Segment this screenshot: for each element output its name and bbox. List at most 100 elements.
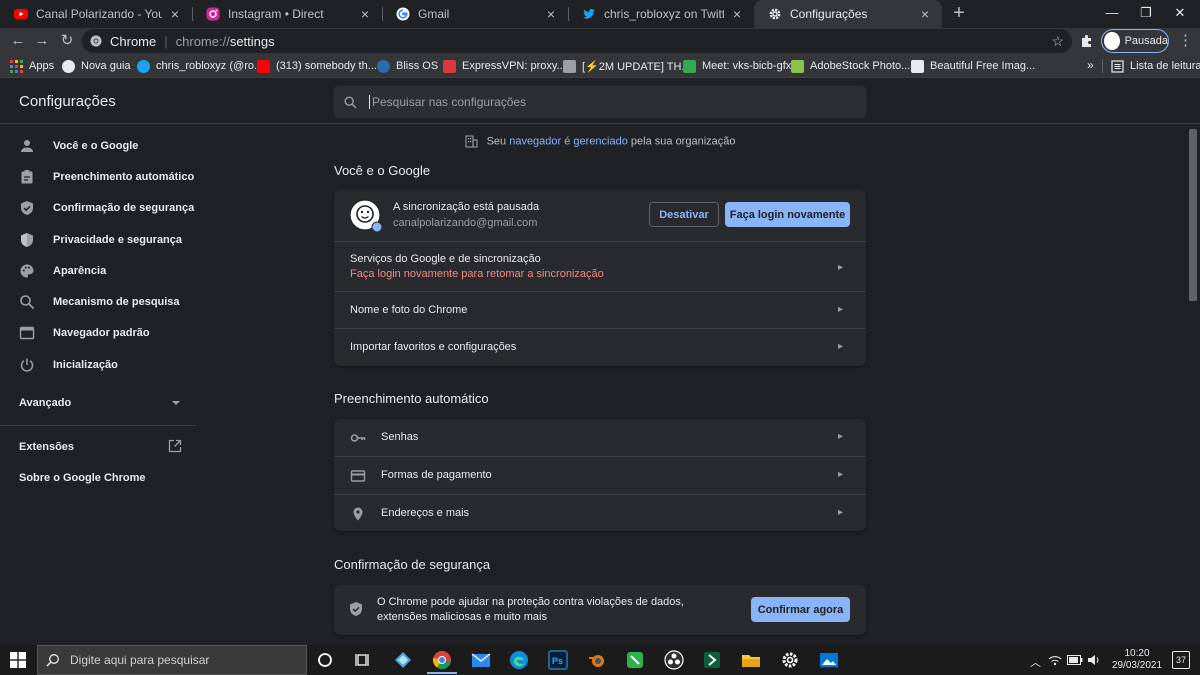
photos-icon[interactable] [818, 649, 840, 671]
taskbar-search-input[interactable] [70, 653, 290, 667]
sidebar-item-you-and-google[interactable]: Você e o Google [0, 131, 196, 161]
bookmark-label: Beautiful Free Imag... [930, 60, 1036, 72]
meet-icon [683, 59, 696, 73]
close-icon[interactable]: × [544, 7, 558, 21]
network-icon[interactable] [1048, 653, 1062, 667]
row-label: Serviços do Google e de sincronização [350, 253, 541, 265]
divider [0, 425, 196, 426]
search-input[interactable] [369, 95, 839, 109]
cortana-icon[interactable] [314, 649, 336, 671]
sidebar-item-autofill[interactable]: Preenchimento automático [0, 162, 196, 192]
battery-icon[interactable] [1067, 655, 1083, 665]
open-in-new-icon[interactable] [168, 439, 182, 453]
obs-icon[interactable] [663, 649, 685, 671]
chrome-icon [90, 35, 102, 47]
close-icon[interactable]: × [730, 7, 744, 21]
bookmark-label: [⚡2M UPDATE] TH... [582, 60, 691, 73]
sidebar-item-default-browser[interactable]: Navegador padrão [0, 318, 196, 348]
bookmark-label: Meet: vks-bicb-gfx [702, 60, 792, 72]
bookmark-meet[interactable]: Meet: vks-bicb-gfx [683, 58, 791, 74]
more-menu-icon[interactable]: ⋮ [1178, 31, 1193, 51]
import-bookmarks-row[interactable]: Importar favoritos e configurações ▸ [334, 328, 866, 366]
payment-methods-row[interactable]: Formas de pagamento ▸ [334, 456, 866, 494]
puzzle-icon[interactable] [1078, 32, 1096, 50]
sidebar-item-startup[interactable]: Inicialização [0, 350, 196, 380]
sidebar-item-safety-check[interactable]: Confirmação de segurança [0, 193, 196, 223]
task-view-icon[interactable] [352, 649, 374, 671]
profile-button[interactable]: Pausada [1101, 29, 1169, 53]
chrome-icon[interactable] [431, 649, 453, 671]
tab-twitter[interactable]: chris_robloxyz on Twitter: "@Tea × [568, 0, 754, 28]
bookmarks-overflow-button[interactable]: » [1087, 58, 1094, 72]
new-tab-button[interactable]: + [948, 3, 970, 25]
close-icon[interactable]: × [918, 7, 932, 21]
sidebar-about-chrome[interactable]: Sobre o Google Chrome [19, 472, 146, 484]
sidebar-advanced[interactable]: Avançado [19, 397, 71, 409]
credit-card-icon [350, 468, 366, 484]
volume-icon[interactable] [1087, 653, 1101, 667]
sidebar-item-label: Preenchimento automático [53, 171, 195, 183]
reload-button[interactable]: ↻ [57, 31, 77, 51]
bookmark-label: ExpressVPN: proxy... [462, 60, 566, 72]
forward-button[interactable]: → [32, 31, 52, 51]
sidebar-item-label: Confirmação de segurança [53, 202, 195, 214]
settings-search[interactable] [334, 86, 866, 118]
bookmark-new-tab[interactable]: Nova guia [62, 58, 131, 74]
system-clock[interactable]: 10:20 29/03/2021 [1106, 648, 1168, 672]
addresses-row[interactable]: Endereços e mais ▸ [334, 494, 866, 531]
app-arrow-icon[interactable] [701, 649, 723, 671]
close-icon[interactable]: × [168, 7, 182, 21]
safety-check-description: O Chrome pode ajudar na proteção contra … [377, 596, 684, 623]
chevron-down-icon[interactable] [172, 401, 180, 405]
scrollbar[interactable] [1186, 125, 1200, 645]
bookmark-unsplash[interactable]: Beautiful Free Imag... [911, 58, 1035, 74]
app-green-icon[interactable] [624, 649, 646, 671]
bookmark-expressvpn[interactable]: ExpressVPN: proxy... [443, 58, 566, 74]
chrome-name-photo-row[interactable]: Nome e foto do Chrome ▸ [334, 291, 866, 328]
chevron-up-icon[interactable]: ︿ [1030, 654, 1041, 670]
app-diamond-icon[interactable] [392, 649, 414, 671]
passwords-row[interactable]: Senhas ▸ [334, 419, 866, 456]
settings-gear-icon[interactable] [779, 649, 801, 671]
sign-in-again-button[interactable]: Faça login novamente [725, 202, 850, 227]
sidebar-item-search-engine[interactable]: Mecanismo de pesquisa [0, 287, 196, 317]
sync-status: A sincronização está pausada [393, 201, 540, 213]
close-icon[interactable]: × [358, 7, 372, 21]
cloud-icon [377, 59, 390, 73]
reading-list-button[interactable]: Lista de leitura [1111, 58, 1200, 74]
bookmark-label: AdobeStock Photo... [810, 60, 911, 72]
clipboard-icon [19, 169, 35, 185]
address-bar[interactable]: Chrome | chrome://settings ☆ [82, 29, 1072, 53]
edge-icon[interactable] [508, 649, 530, 671]
check-now-button[interactable]: Confirmar agora [751, 597, 850, 622]
sidebar-item-privacy[interactable]: Privacidade e segurança [0, 225, 196, 255]
taskbar-search[interactable] [37, 645, 307, 675]
sidebar-item-appearance[interactable]: Aparência [0, 256, 196, 286]
tab-youtube[interactable]: Canal Polarizando - YouTube × [0, 0, 192, 28]
back-button[interactable]: ← [8, 31, 28, 51]
bookmark-youtube[interactable]: (313) somebody th... [257, 58, 377, 74]
photoshop-icon[interactable]: Ps [547, 649, 569, 671]
managed-link[interactable]: navegador é gerenciado [509, 135, 628, 147]
sidebar-extensions[interactable]: Extensões [19, 441, 74, 453]
scrollbar-thumb[interactable] [1189, 129, 1197, 301]
windows-start-icon[interactable] [10, 652, 26, 668]
mail-icon[interactable] [470, 649, 492, 671]
turn-off-sync-button[interactable]: Desativar [649, 202, 719, 227]
bookmark-star-icon[interactable]: ☆ [1051, 33, 1064, 50]
bookmark-roblox[interactable]: [⚡2M UPDATE] TH... [563, 58, 691, 74]
sync-services-row[interactable]: Serviços do Google e de sincronização Fa… [334, 241, 866, 291]
tab-instagram[interactable]: Instagram • Direct × [192, 0, 382, 28]
notification-center-button[interactable]: 37 [1172, 651, 1190, 669]
instagram-icon [206, 7, 220, 21]
blender-icon[interactable] [586, 649, 608, 671]
bookmark-apps[interactable]: Apps [10, 58, 54, 74]
bookmark-twitter[interactable]: chris_robloxyz (@ro... [137, 58, 263, 74]
file-explorer-icon[interactable] [740, 649, 762, 671]
bookmark-bliss-os[interactable]: Bliss OS [377, 58, 438, 74]
bookmark-adobe-stock[interactable]: AdobeStock Photo... [791, 58, 910, 74]
shield-check-icon [19, 200, 35, 216]
tab-settings[interactable]: Configurações × [754, 0, 942, 28]
close-window-button[interactable]: ✕ [1160, 0, 1200, 28]
tab-gmail[interactable]: Gmail × [382, 0, 568, 28]
